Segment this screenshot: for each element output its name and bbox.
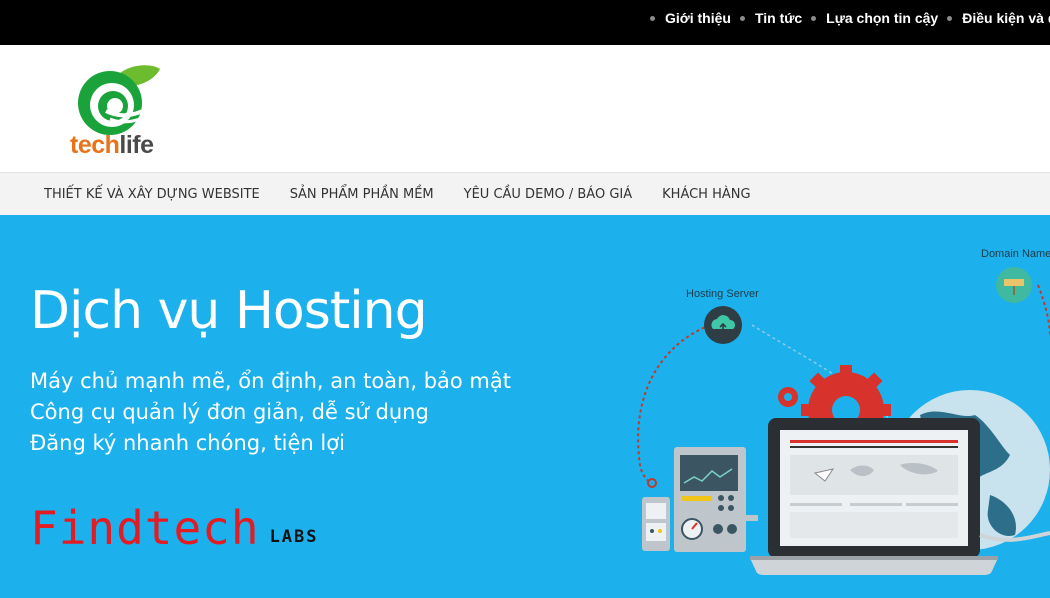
main-nav: THIẾT KẾ VÀ XÂY DỰNG WEBSITE SẢN PHẨM PH… bbox=[0, 172, 1050, 215]
hero-feature-line: Máy chủ mạnh mẽ, ổn định, an toàn, bảo m… bbox=[30, 369, 511, 393]
hero-banner[interactable]: Dịch vụ Hosting Máy chủ mạnh mẽ, ổn định… bbox=[0, 215, 1050, 598]
hosting-illustration: Hosting Server Domain Name bbox=[637, 248, 1050, 575]
laptop-icon bbox=[750, 418, 998, 575]
findtech-labs-logo: Findtech LABS bbox=[30, 505, 319, 551]
logo-text-tech: tech bbox=[70, 131, 120, 159]
top-bar: Giới thiệu Tin tức Lựa chọn tin cậy Điều… bbox=[0, 0, 1050, 45]
findtech-brand-text: Findtech bbox=[30, 501, 260, 555]
hosting-server-label: Hosting Server bbox=[686, 288, 759, 300]
main-nav-web-design[interactable]: THIẾT KẾ VÀ XÂY DỰNG WEBSITE bbox=[44, 187, 260, 202]
top-nav-terms[interactable]: Điều kiện và quy bbox=[947, 10, 1050, 26]
domain-name-label: Domain Name bbox=[981, 248, 1050, 260]
main-nav-demo-quote[interactable]: YÊU CẦU DEMO / BÁO GIÁ bbox=[464, 187, 633, 202]
site-header: techlife bbox=[0, 45, 1050, 172]
logo-text-life: life bbox=[119, 131, 154, 159]
main-nav-customers[interactable]: KHÁCH HÀNG bbox=[662, 187, 750, 202]
top-nav-about[interactable]: Giới thiệu bbox=[650, 10, 731, 26]
hero-feature-line: Công cụ quản lý đơn giản, dễ sử dụng bbox=[30, 400, 429, 424]
top-nav: Giới thiệu Tin tức Lựa chọn tin cậy Điều… bbox=[650, 0, 1050, 36]
small-gear-icon bbox=[778, 387, 798, 407]
top-nav-news[interactable]: Tin tức bbox=[740, 10, 802, 26]
hero-feature-line: Đăng ký nhanh chóng, tiện lợi bbox=[30, 431, 345, 455]
controller-device-icon bbox=[642, 497, 670, 551]
server-device-icon bbox=[674, 447, 758, 552]
main-nav-software-products[interactable]: SẢN PHẨM PHẦN MỀM bbox=[290, 187, 434, 202]
findtech-labs-text: LABS bbox=[269, 527, 319, 547]
top-nav-trusted-choice[interactable]: Lựa chọn tin cậy bbox=[811, 10, 938, 26]
logo-wordmark[interactable]: techlife bbox=[70, 131, 154, 160]
hero-feature-list: Máy chủ mạnh mẽ, ổn định, an toàn, bảo m… bbox=[30, 366, 511, 459]
hero-title: Dịch vụ Hosting bbox=[30, 281, 428, 341]
